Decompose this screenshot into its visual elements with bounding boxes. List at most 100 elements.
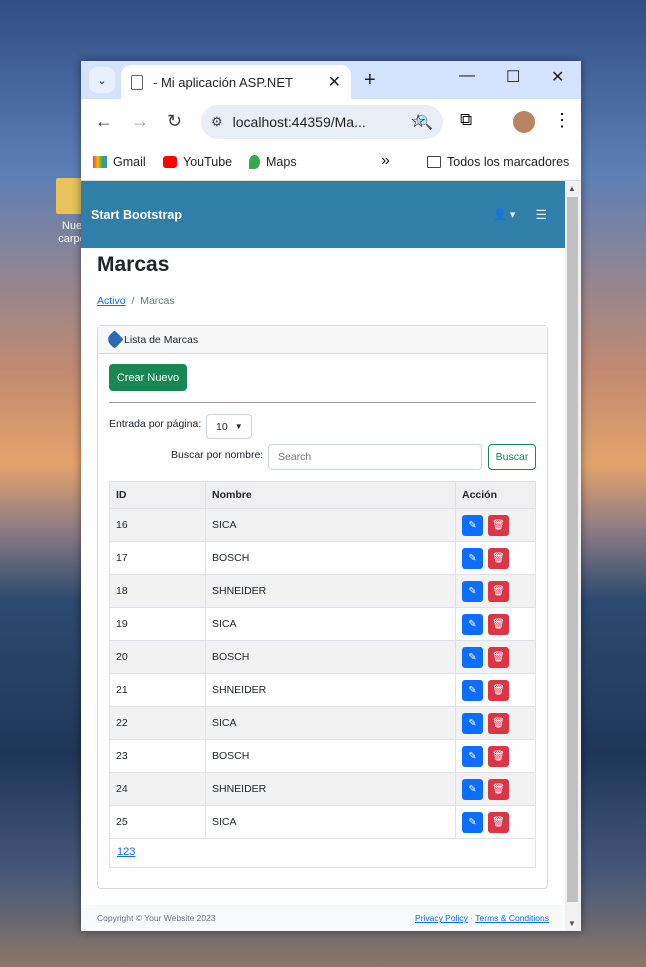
edit-icon[interactable]: ✎ (462, 745, 483, 767)
card-title: Lista de Marcas (124, 333, 199, 346)
all-bookmarks[interactable]: Todos los marcadores (427, 155, 569, 169)
scroll-up-icon[interactable]: ▲ (568, 184, 576, 193)
edit-icon[interactable]: ✎ (462, 778, 483, 800)
table-row: 19 SICA ✎ 🗑 (109, 607, 536, 641)
edit-icon[interactable]: ✎ (462, 712, 483, 734)
delete-icon[interactable]: 🗑 (488, 514, 509, 536)
delete-icon[interactable]: 🗑 (488, 745, 509, 767)
maximize-icon[interactable]: ☐ (506, 67, 520, 87)
bookmark-gmail[interactable]: Gmail (93, 155, 146, 169)
table-row: 22 SICA ✎ 🗑 (109, 706, 536, 740)
address-bar[interactable]: ⚙ localhost:44359/Ma... 🔍 (201, 105, 443, 139)
cell-name: SICA (205, 706, 456, 740)
delete-icon[interactable]: 🗑 (488, 580, 509, 602)
sidebar-toggle-icon[interactable]: ☰ (535, 207, 547, 223)
cell-actions: ✎ 🗑 (455, 508, 536, 542)
delete-icon[interactable]: 🗑 (488, 547, 509, 569)
extensions-icon[interactable]: ⧉ (460, 110, 472, 130)
scrollbar-thumb[interactable] (567, 197, 578, 902)
back-icon[interactable]: ← (95, 111, 113, 132)
breadcrumb-current: Marcas (140, 295, 175, 307)
cell-id: 18 (109, 574, 206, 608)
terms-link[interactable]: Terms & Conditions (475, 913, 549, 923)
table-row: 24 SHNEIDER ✎ 🗑 (109, 772, 536, 806)
folder-icon (427, 156, 441, 168)
search-input[interactable] (268, 444, 482, 470)
cell-actions: ✎ 🗑 (455, 574, 536, 608)
cell-name: SHNEIDER (205, 772, 456, 806)
edit-icon[interactable]: ✎ (462, 613, 483, 635)
delete-icon[interactable]: 🗑 (488, 811, 509, 833)
edit-icon[interactable]: ✎ (462, 514, 483, 536)
cell-id: 21 (109, 673, 206, 707)
bookmark-maps[interactable]: Maps (249, 155, 297, 169)
per-page-value: 10 (216, 420, 228, 433)
reload-icon[interactable]: ↻ (167, 111, 182, 132)
page-scrollbar[interactable]: ▲ ▼ (565, 181, 581, 931)
cell-actions: ✎ 🗑 (455, 706, 536, 740)
cell-name: SICA (205, 508, 456, 542)
more-bookmarks-icon[interactable]: » (381, 152, 390, 170)
cell-actions: ✎ 🗑 (455, 772, 536, 806)
cell-name: BOSCH (205, 739, 456, 773)
user-dropdown-icon[interactable]: 👤 ▾ (493, 208, 515, 221)
breadcrumb-link-activo[interactable]: Activo (97, 295, 126, 307)
table-row: 17 BOSCH ✎ 🗑 (109, 541, 536, 575)
per-page-select[interactable]: 10 ▼ (206, 414, 252, 439)
brands-table: ID Nombre Acción 16 SICA ✎ 🗑 17 BOSCH ✎ 🗑 18 SH… (109, 481, 536, 839)
cell-name: SHNEIDER (205, 673, 456, 707)
scroll-down-icon[interactable]: ▼ (568, 919, 576, 928)
maps-icon (249, 155, 260, 169)
edit-icon[interactable]: ✎ (462, 547, 483, 569)
delete-icon[interactable]: 🗑 (488, 778, 509, 800)
delete-icon[interactable]: 🗑 (488, 712, 509, 734)
edit-icon[interactable]: ✎ (462, 679, 483, 701)
column-header-id[interactable]: ID (109, 481, 206, 509)
column-header-accion: Acción (455, 481, 536, 509)
search-button[interactable]: Buscar (488, 444, 536, 470)
menu-icon[interactable]: ⋮ (553, 110, 571, 131)
bookmark-youtube[interactable]: YouTube (163, 155, 232, 169)
table-row: 18 SHNEIDER ✎ 🗑 (109, 574, 536, 608)
page-footer: Copyright © Your Website 2023 Privacy Po… (81, 905, 565, 931)
table-header-row: ID Nombre Acción (109, 481, 536, 509)
forward-icon[interactable]: → (131, 111, 149, 132)
delete-icon[interactable]: 🗑 (488, 646, 509, 668)
tab-strip: ⌄ - Mi aplicación ASP.NET ✕ + — ☐ ✕ (81, 61, 581, 99)
bookmark-label: YouTube (183, 155, 233, 169)
tab-active[interactable]: - Mi aplicación ASP.NET ✕ (121, 65, 351, 99)
page-link-3[interactable]: 3 (129, 846, 135, 858)
table-row: 16 SICA ✎ 🗑 (109, 508, 536, 542)
navbar-brand[interactable]: Start Bootstrap (91, 208, 182, 222)
minimize-icon[interactable]: — (459, 67, 475, 85)
site-info-icon[interactable]: ⚙ (211, 114, 223, 130)
breadcrumb: Activo / Marcas (97, 295, 175, 307)
cell-name: BOSCH (205, 541, 456, 575)
privacy-policy-link[interactable]: Privacy Policy (415, 913, 468, 923)
edit-icon[interactable]: ✎ (462, 646, 483, 668)
cell-id: 20 (109, 640, 206, 674)
cell-id: 16 (109, 508, 206, 542)
cell-actions: ✎ 🗑 (455, 673, 536, 707)
delete-icon[interactable]: 🗑 (488, 679, 509, 701)
create-new-button[interactable]: Crear Nuevo (109, 364, 187, 391)
cell-id: 22 (109, 706, 206, 740)
browser-window: ⌄ - Mi aplicación ASP.NET ✕ + — ☐ ✕ ← → … (81, 61, 581, 931)
cell-id: 25 (109, 805, 206, 839)
footer-separator: · (470, 913, 474, 923)
close-window-icon[interactable]: ✕ (551, 67, 564, 87)
all-bookmarks-label: Todos los marcadores (447, 155, 570, 169)
edit-icon[interactable]: ✎ (462, 580, 483, 602)
copyright-text: Copyright © Your Website 2023 (97, 913, 216, 923)
bookmark-star-icon[interactable]: ☆ (410, 111, 426, 132)
breadcrumb-separator: / (131, 295, 135, 307)
profile-avatar[interactable] (513, 111, 535, 133)
edit-icon[interactable]: ✎ (462, 811, 483, 833)
column-header-nombre[interactable]: Nombre (205, 481, 456, 509)
page-icon (131, 74, 143, 90)
delete-icon[interactable]: 🗑 (488, 613, 509, 635)
close-tab-icon[interactable]: ✕ (328, 72, 341, 92)
new-tab-button[interactable]: + (364, 69, 376, 92)
page-title: Marcas (97, 253, 170, 276)
tab-search-button[interactable]: ⌄ (89, 67, 115, 93)
